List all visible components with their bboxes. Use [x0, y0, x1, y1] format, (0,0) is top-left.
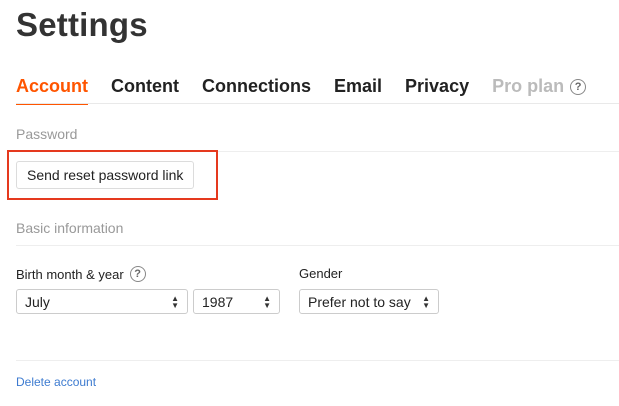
gender-value: Prefer not to say [308, 293, 411, 310]
tab-privacy[interactable]: Privacy [405, 76, 469, 103]
help-icon[interactable]: ? [129, 266, 146, 282]
select-arrows-icon: ▲ ▼ [422, 293, 430, 310]
tabs-divider [16, 103, 619, 104]
basic-information-divider [16, 245, 619, 246]
footer-divider [16, 360, 619, 361]
tab-account[interactable]: Account [16, 76, 88, 105]
tab-pro-plan-label: Pro plan [492, 76, 565, 96]
basic-information-heading: Basic information [16, 220, 124, 236]
tab-connections[interactable]: Connections [202, 76, 311, 103]
password-heading: Password [16, 126, 78, 142]
select-arrows-icon: ▲ ▼ [171, 293, 179, 310]
tab-content[interactable]: Content [111, 76, 179, 103]
tab-email[interactable]: Email [334, 76, 382, 103]
select-arrows-icon: ▲ ▼ [263, 293, 271, 310]
delete-account-link[interactable]: Delete account [16, 375, 96, 389]
tab-pro-plan: Pro plan ? [492, 76, 587, 103]
gender-select[interactable]: Prefer not to say ▲ ▼ [299, 289, 439, 314]
gender-label: Gender [299, 266, 343, 281]
birth-label-text: Birth month & year [16, 266, 124, 282]
help-icon[interactable]: ? [570, 78, 587, 95]
page-title: Settings [16, 6, 148, 43]
birth-month-value: July [25, 293, 50, 310]
birth-year-value: 1987 [202, 293, 234, 310]
send-reset-password-button[interactable]: Send reset password link [16, 161, 195, 189]
birth-month-select[interactable]: July ▲ ▼ [16, 289, 188, 314]
birth-year-select[interactable]: 1987 ▲ ▼ [193, 289, 280, 314]
birth-month-year-label: Birth month & year ? [16, 266, 146, 282]
settings-tabs: Account Content Connections Email Privac… [16, 76, 609, 105]
